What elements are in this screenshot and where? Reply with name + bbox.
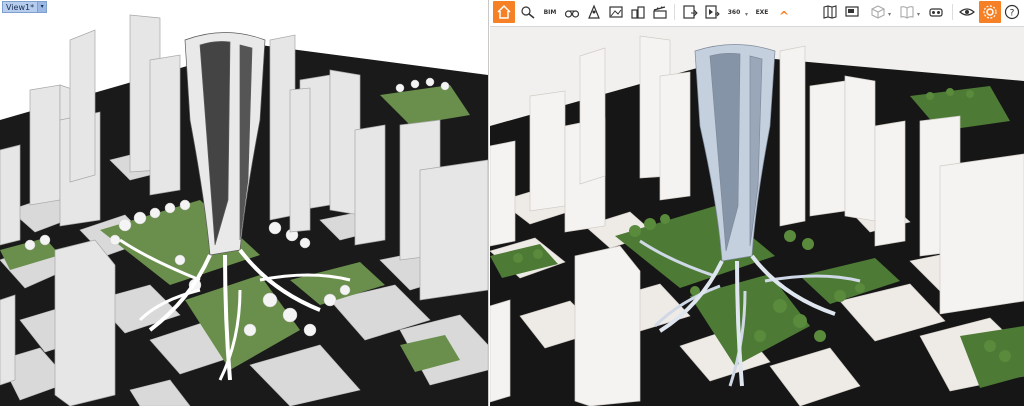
home-icon[interactable] <box>493 1 515 23</box>
city-icon[interactable] <box>628 2 648 22</box>
export-exe-icon[interactable]: EXE <box>752 2 772 22</box>
export-image-icon[interactable] <box>680 2 700 22</box>
bim-label: BIM <box>543 8 557 16</box>
modeling-viewport[interactable]: View1* ▾ <box>0 0 489 406</box>
eye-icon[interactable] <box>957 2 977 22</box>
render-viewport[interactable]: BIM 360 ▾ EXE ^ ▾ ▾ ? <box>490 0 1024 406</box>
chevron-down-icon[interactable]: ▾ <box>745 11 751 18</box>
model-scene <box>0 14 488 406</box>
landscape-icon[interactable] <box>606 2 626 22</box>
export-360-icon[interactable]: 360 <box>724 2 744 22</box>
vr-headset-icon[interactable] <box>926 2 946 22</box>
toolbar-separator <box>952 4 953 20</box>
gear-icon[interactable] <box>979 1 1001 23</box>
chevron-down-icon[interactable]: ▾ <box>917 11 923 18</box>
toolbar-separator <box>674 4 675 20</box>
paint-icon[interactable] <box>518 2 538 22</box>
export-video-icon[interactable] <box>702 2 722 22</box>
bim-icon[interactable]: BIM <box>540 2 560 22</box>
binoculars-icon[interactable] <box>562 2 582 22</box>
help-icon[interactable]: ? <box>1002 2 1022 22</box>
presentation-icon[interactable] <box>842 2 862 22</box>
view-tab[interactable]: View1* ▾ <box>2 1 48 13</box>
export-exe-label: EXE <box>755 8 769 16</box>
export-360-label: 360 <box>727 8 741 16</box>
map-icon[interactable] <box>820 2 840 22</box>
render-toolbar: BIM 360 ▾ EXE ^ ▾ ▾ ? <box>490 0 1024 27</box>
chevron-down-icon[interactable]: ▾ <box>38 1 48 13</box>
chevron-down-icon[interactable]: ▾ <box>888 11 894 18</box>
render-scene <box>490 26 1024 406</box>
view-tab-label[interactable]: View1* <box>2 1 39 13</box>
person-icon[interactable] <box>584 2 604 22</box>
chevron-up-icon[interactable]: ^ <box>774 6 794 26</box>
book-icon[interactable] <box>897 2 917 22</box>
svg-text:?: ? <box>1010 9 1015 19</box>
clapper-icon[interactable] <box>650 2 670 22</box>
cube-icon[interactable] <box>868 2 888 22</box>
